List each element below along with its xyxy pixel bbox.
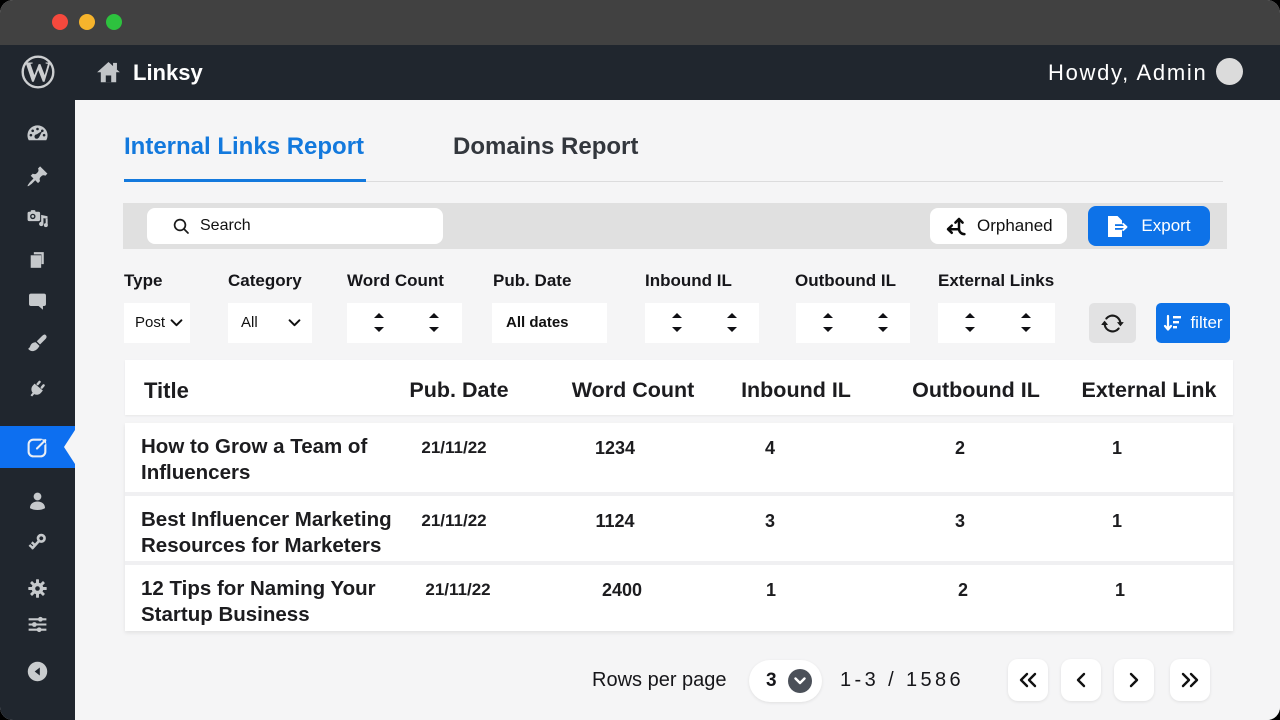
svg-text:W: W [24, 58, 52, 89]
